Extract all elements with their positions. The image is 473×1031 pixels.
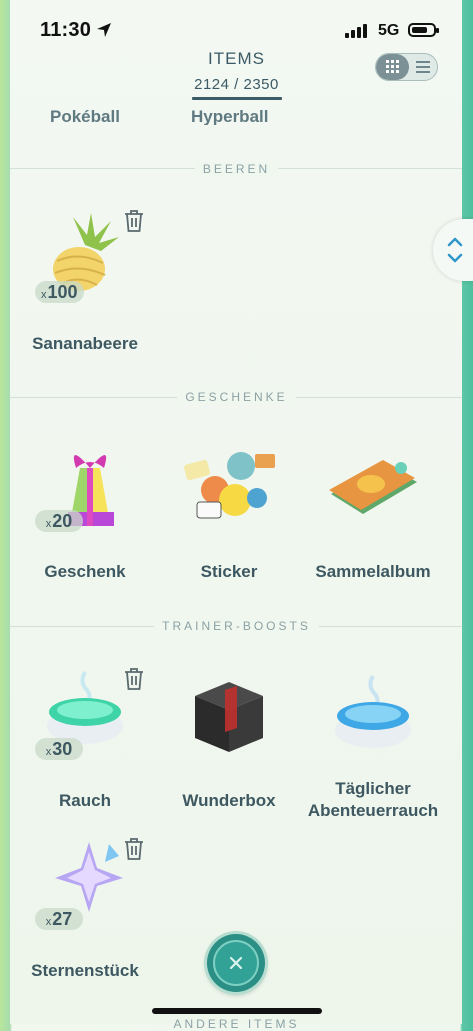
count-underline <box>192 97 282 100</box>
rauch-icon <box>47 670 123 744</box>
item-name: Sticker <box>200 562 258 581</box>
list-view-button[interactable] <box>409 54 437 80</box>
abenteuerrauch-icon <box>335 674 411 748</box>
close-button-inner <box>213 940 259 986</box>
sticker-icon <box>184 452 275 519</box>
quantity-badge: x30 <box>35 738 83 760</box>
item-name: Rauch <box>59 791 111 810</box>
previous-row-labels: Pokéball Hyperball <box>0 105 473 125</box>
item-name: Sananabeere <box>32 334 138 353</box>
section-title-andere-items: ANDERE ITEMS <box>173 1017 300 1031</box>
close-button[interactable] <box>207 934 265 992</box>
signal-icon <box>345 24 367 38</box>
hyperball-label: Hyperball <box>191 107 269 125</box>
battery-icon <box>408 23 439 37</box>
item-name: Sternenstück <box>31 961 139 980</box>
section-title-trainer-boosts: TRAINER-BOOSTS <box>0 619 473 633</box>
list-view-icon <box>416 61 430 73</box>
close-icon <box>229 956 243 970</box>
pokeball-label: Pokéball <box>50 107 120 125</box>
trash-icon[interactable] <box>123 667 145 691</box>
grid-view-button[interactable] <box>376 54 409 80</box>
quantity-badge: x100 <box>35 281 84 303</box>
item-name: Wunderbox <box>182 791 276 810</box>
sternenstueck-icon <box>55 842 123 912</box>
network-label: 5G <box>378 22 400 39</box>
item-name-line2: Abenteuerrauch <box>307 801 439 820</box>
location-arrow-icon <box>97 23 111 37</box>
sammelalbum-icon <box>329 460 417 514</box>
home-indicator <box>152 1008 322 1014</box>
item-name-line1: Täglicher <box>335 779 411 798</box>
trash-icon[interactable] <box>123 837 145 861</box>
trash-icon[interactable] <box>123 209 145 233</box>
quantity-badge: x20 <box>35 510 83 532</box>
section-title-geschenke: GESCHENKE <box>0 390 473 404</box>
item-name: Sammelalbum <box>315 562 431 581</box>
section-title-beeren: BEEREN <box>0 162 473 176</box>
chevron-up-down-icon <box>447 237 463 263</box>
item-name: Geschenk <box>44 562 126 581</box>
grid-view-icon <box>385 60 399 73</box>
status-time: 11:30 <box>40 19 92 41</box>
view-toggle[interactable] <box>375 53 438 81</box>
wunderbox-icon <box>195 682 263 752</box>
quantity-badge: x27 <box>35 908 83 930</box>
